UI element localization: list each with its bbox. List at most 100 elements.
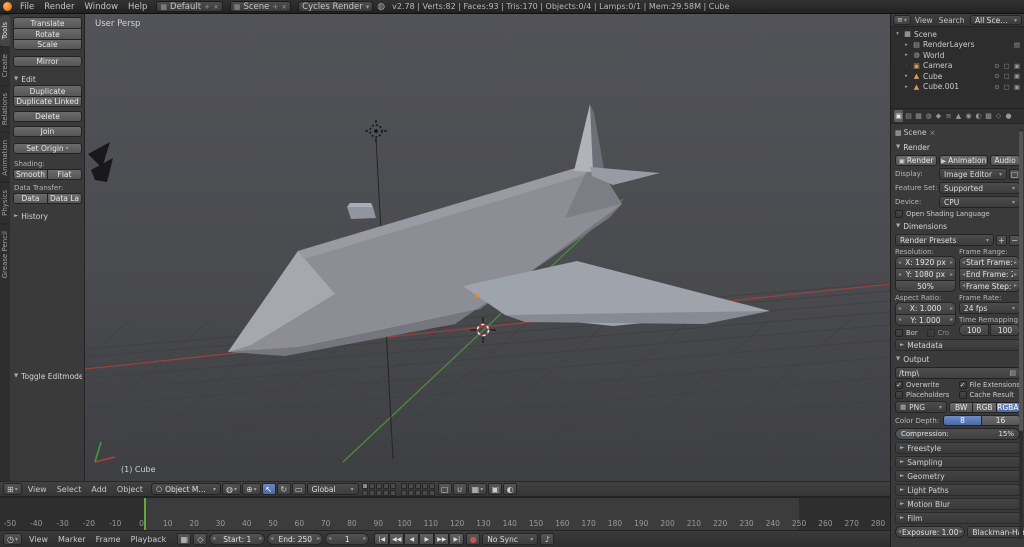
layer-toggle[interactable] xyxy=(421,489,428,496)
color-rgb-button[interactable]: RGB xyxy=(973,401,997,413)
data-transfer-button[interactable]: Data xyxy=(13,193,48,204)
outliner-item-camera[interactable]: · ▣ Camera ⊙ ▢ ▣ xyxy=(891,61,1024,72)
outliner-filter-dropdown[interactable]: All Scenes ▾ xyxy=(970,15,1022,25)
scene-selector[interactable]: ▦ Scene + × xyxy=(229,1,292,12)
compression-slider[interactable]: Compression: 15% xyxy=(895,428,1020,440)
delete-button[interactable]: Delete xyxy=(13,111,82,122)
manipulator-rotate-icon[interactable]: ↻ xyxy=(276,483,291,495)
aspect-y-field[interactable]: ◂ Y: 1.000 ▸ xyxy=(895,314,956,326)
breadcrumb-unlink-icon[interactable]: × xyxy=(930,129,936,137)
cache-result-checkbox[interactable]: Cache Result xyxy=(958,391,1021,399)
close-layout-icon[interactable]: × xyxy=(213,3,219,11)
render-opengl-anim-icon[interactable]: ◐ xyxy=(503,483,518,495)
filter-type-dropdown[interactable]: Blackman-Harris▾ xyxy=(967,526,1024,538)
record-button[interactable]: ● xyxy=(466,533,481,545)
properties-scrollbar[interactable] xyxy=(1019,129,1023,539)
output-panel-header[interactable]: ▼ Output xyxy=(895,353,1020,365)
start-frame-field-props[interactable]: ◂Start Frame: 1▸ xyxy=(959,256,1020,268)
file-extensions-checkbox[interactable]: ✓ File Extensions xyxy=(958,381,1021,389)
lock-to-scene-icon[interactable]: ▢ xyxy=(437,483,452,495)
layer-toggle[interactable] xyxy=(407,482,414,489)
color-rgba-button[interactable]: RGBA xyxy=(996,401,1020,413)
overwrite-checkbox[interactable]: ✓ Overwrite xyxy=(895,381,957,389)
end-frame-field[interactable]: ◂ End: 250 ▸ xyxy=(267,533,324,545)
tool-shelf-tab-create[interactable]: Create xyxy=(0,46,10,85)
render-button[interactable]: ▣ Render xyxy=(895,155,938,166)
output-path-field[interactable]: /tmp\ ▤ xyxy=(895,367,1020,379)
viewport-menu-object[interactable]: Object xyxy=(112,485,148,494)
layer-toggle[interactable] xyxy=(400,482,407,489)
layer-toggle[interactable] xyxy=(375,489,382,496)
next-keyframe-button[interactable]: ▶▶ xyxy=(434,533,450,545)
properties-tab-data-icon[interactable]: ◉ xyxy=(964,110,973,122)
properties-tab-world-icon[interactable]: ◍ xyxy=(924,110,933,122)
audio-mute-icon[interactable]: ♪ xyxy=(540,533,555,545)
timeline-ruler[interactable]: -50 -40 -30 -20 -10 0 10 20 30 40 50 60 70 80 90 100 110… xyxy=(0,497,890,530)
manipulator-scale-icon[interactable]: ▭ xyxy=(291,483,306,495)
tool-shelf-tab-physics[interactable]: Physics xyxy=(0,182,10,224)
properties-tab-physics-icon[interactable]: ● xyxy=(1004,110,1013,122)
viewport-shading-dropdown[interactable]: ◍ ▾ xyxy=(221,483,241,495)
play-button[interactable]: ▶ xyxy=(419,533,435,545)
start-frame-field[interactable]: ◂ Start: 1 ▸ xyxy=(209,533,266,545)
viewport-menu-view[interactable]: View xyxy=(23,485,52,494)
render-audio-button[interactable]: Audio xyxy=(990,155,1020,166)
layer-toggle[interactable] xyxy=(368,489,375,496)
crop-checkbox[interactable]: Cro xyxy=(926,329,957,337)
aspect-x-field[interactable]: ◂ X: 1.000 ▸ xyxy=(895,302,956,314)
jump-to-start-button[interactable]: |◀ xyxy=(374,533,390,545)
expand-icon[interactable]: ▸ xyxy=(903,84,910,90)
layer-toggle[interactable] xyxy=(368,482,375,489)
outliner-item-label[interactable]: RenderLayers xyxy=(923,40,1012,49)
metadata-panel-header[interactable]: ► Metadata xyxy=(895,339,1020,351)
outliner-editor-icon[interactable]: ≡ ▾ xyxy=(893,15,911,25)
tool-shelf-tab-grease-pencil[interactable]: Grease Pencil xyxy=(0,223,10,286)
data-layout-transfer-button[interactable]: Data La xyxy=(48,193,82,204)
outliner-item-label[interactable]: Scene xyxy=(914,30,1024,39)
expand-icon[interactable]: ▾ xyxy=(894,31,901,37)
expand-icon[interactable]: ▸ xyxy=(903,42,910,48)
add-preset-icon[interactable]: + xyxy=(996,234,1007,246)
layer-toggle[interactable] xyxy=(428,482,435,489)
remap-old-field[interactable]: 100 xyxy=(959,324,989,336)
light-paths-panel-header[interactable]: ► Light Paths xyxy=(895,484,1020,496)
duplicate-button[interactable]: Duplicate xyxy=(13,85,82,96)
expand-icon[interactable]: ▸ xyxy=(903,73,910,79)
snap-magnet-icon[interactable]: ∪ xyxy=(452,483,467,495)
border-checkbox[interactable]: Bor xyxy=(895,329,925,337)
frame-step-field[interactable]: ◂Frame Step: 1▸ xyxy=(959,280,1020,292)
folder-icon[interactable]: ▤ xyxy=(1009,369,1016,377)
rotate-button[interactable]: Rotate xyxy=(13,28,82,39)
layer-toggle[interactable] xyxy=(382,482,389,489)
viewport-menu-select[interactable]: Select xyxy=(52,485,87,494)
sampling-panel-header[interactable]: ► Sampling xyxy=(895,456,1020,468)
duplicate-linked-button[interactable]: Duplicate Linked xyxy=(13,96,82,107)
editor-type-selector[interactable]: ⊞ ▾ xyxy=(3,483,22,495)
outliner-menu-search[interactable]: Search xyxy=(936,16,968,25)
join-button[interactable]: Join xyxy=(13,126,82,137)
viewport-canvas[interactable] xyxy=(85,14,890,481)
restrict-toggles[interactable]: ⊙ ▢ ▣ xyxy=(994,83,1024,91)
layers-group-2[interactable] xyxy=(400,482,435,496)
outliner-item-renderlayers[interactable]: ▸ ▤ RenderLayers ▤ xyxy=(891,40,1024,51)
remap-new-field[interactable]: 100 xyxy=(990,324,1020,336)
close-scene-icon[interactable]: × xyxy=(281,3,287,11)
placeholders-checkbox[interactable]: Placeholders xyxy=(895,391,957,399)
menu-file[interactable]: File xyxy=(15,2,39,12)
layer-toggle[interactable] xyxy=(414,489,421,496)
render-animation-button[interactable]: ▶ Animation xyxy=(939,155,989,166)
screen-layout-selector[interactable]: ▦ Default + × xyxy=(156,1,223,12)
exposure-field[interactable]: ◂ Exposure: 1.00 ▸ xyxy=(895,526,966,538)
expand-icon[interactable]: · xyxy=(903,63,910,69)
edit-panel-header[interactable]: ▼ Edit xyxy=(13,73,82,85)
mode-dropdown[interactable]: ○ Object Mode ▾ xyxy=(150,483,221,495)
properties-tab-scene-icon[interactable]: ▦ xyxy=(914,110,923,122)
tool-shelf-tab-tools[interactable]: Tools xyxy=(0,14,10,47)
dimensions-panel-header[interactable]: ▼ Dimensions xyxy=(895,220,1020,232)
tool-shelf-tab-relations[interactable]: Relations xyxy=(0,84,10,132)
scale-button[interactable]: Scale xyxy=(13,39,82,50)
resolution-x-field[interactable]: ◂ X: 1920 px ▸ xyxy=(895,256,956,268)
freestyle-panel-header[interactable]: ► Freestyle xyxy=(895,442,1020,454)
device-dropdown[interactable]: CPU ▾ xyxy=(939,196,1020,208)
timeline-playhead[interactable] xyxy=(144,498,147,530)
